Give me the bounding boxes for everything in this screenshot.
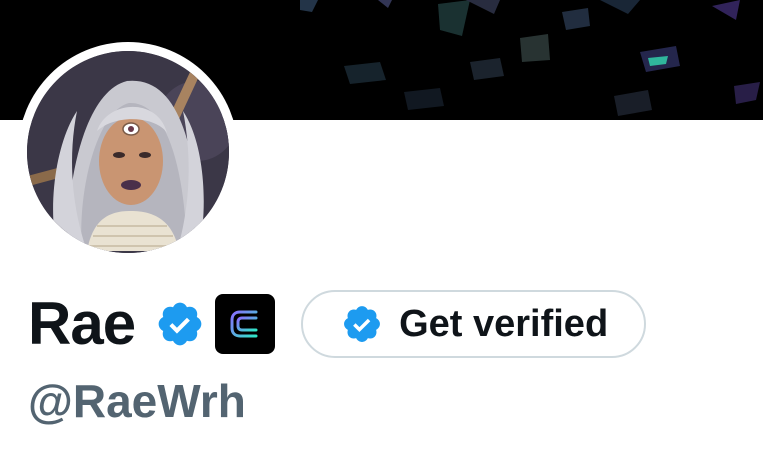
affiliate-logo-icon[interactable] — [215, 294, 276, 354]
display-name: Rae — [28, 290, 136, 357]
avatar-illustration — [27, 51, 229, 253]
profile-handle: @RaeWrh — [28, 375, 246, 427]
avatar[interactable] — [27, 51, 229, 253]
get-verified-button[interactable]: Get verified — [301, 290, 647, 358]
get-verified-label: Get verified — [399, 303, 609, 345]
verified-checkmark-icon[interactable] — [155, 299, 205, 349]
avatar-frame[interactable] — [18, 42, 238, 262]
verified-checkmark-icon — [341, 303, 383, 345]
profile-name-row: Rae Get verified — [28, 288, 647, 360]
